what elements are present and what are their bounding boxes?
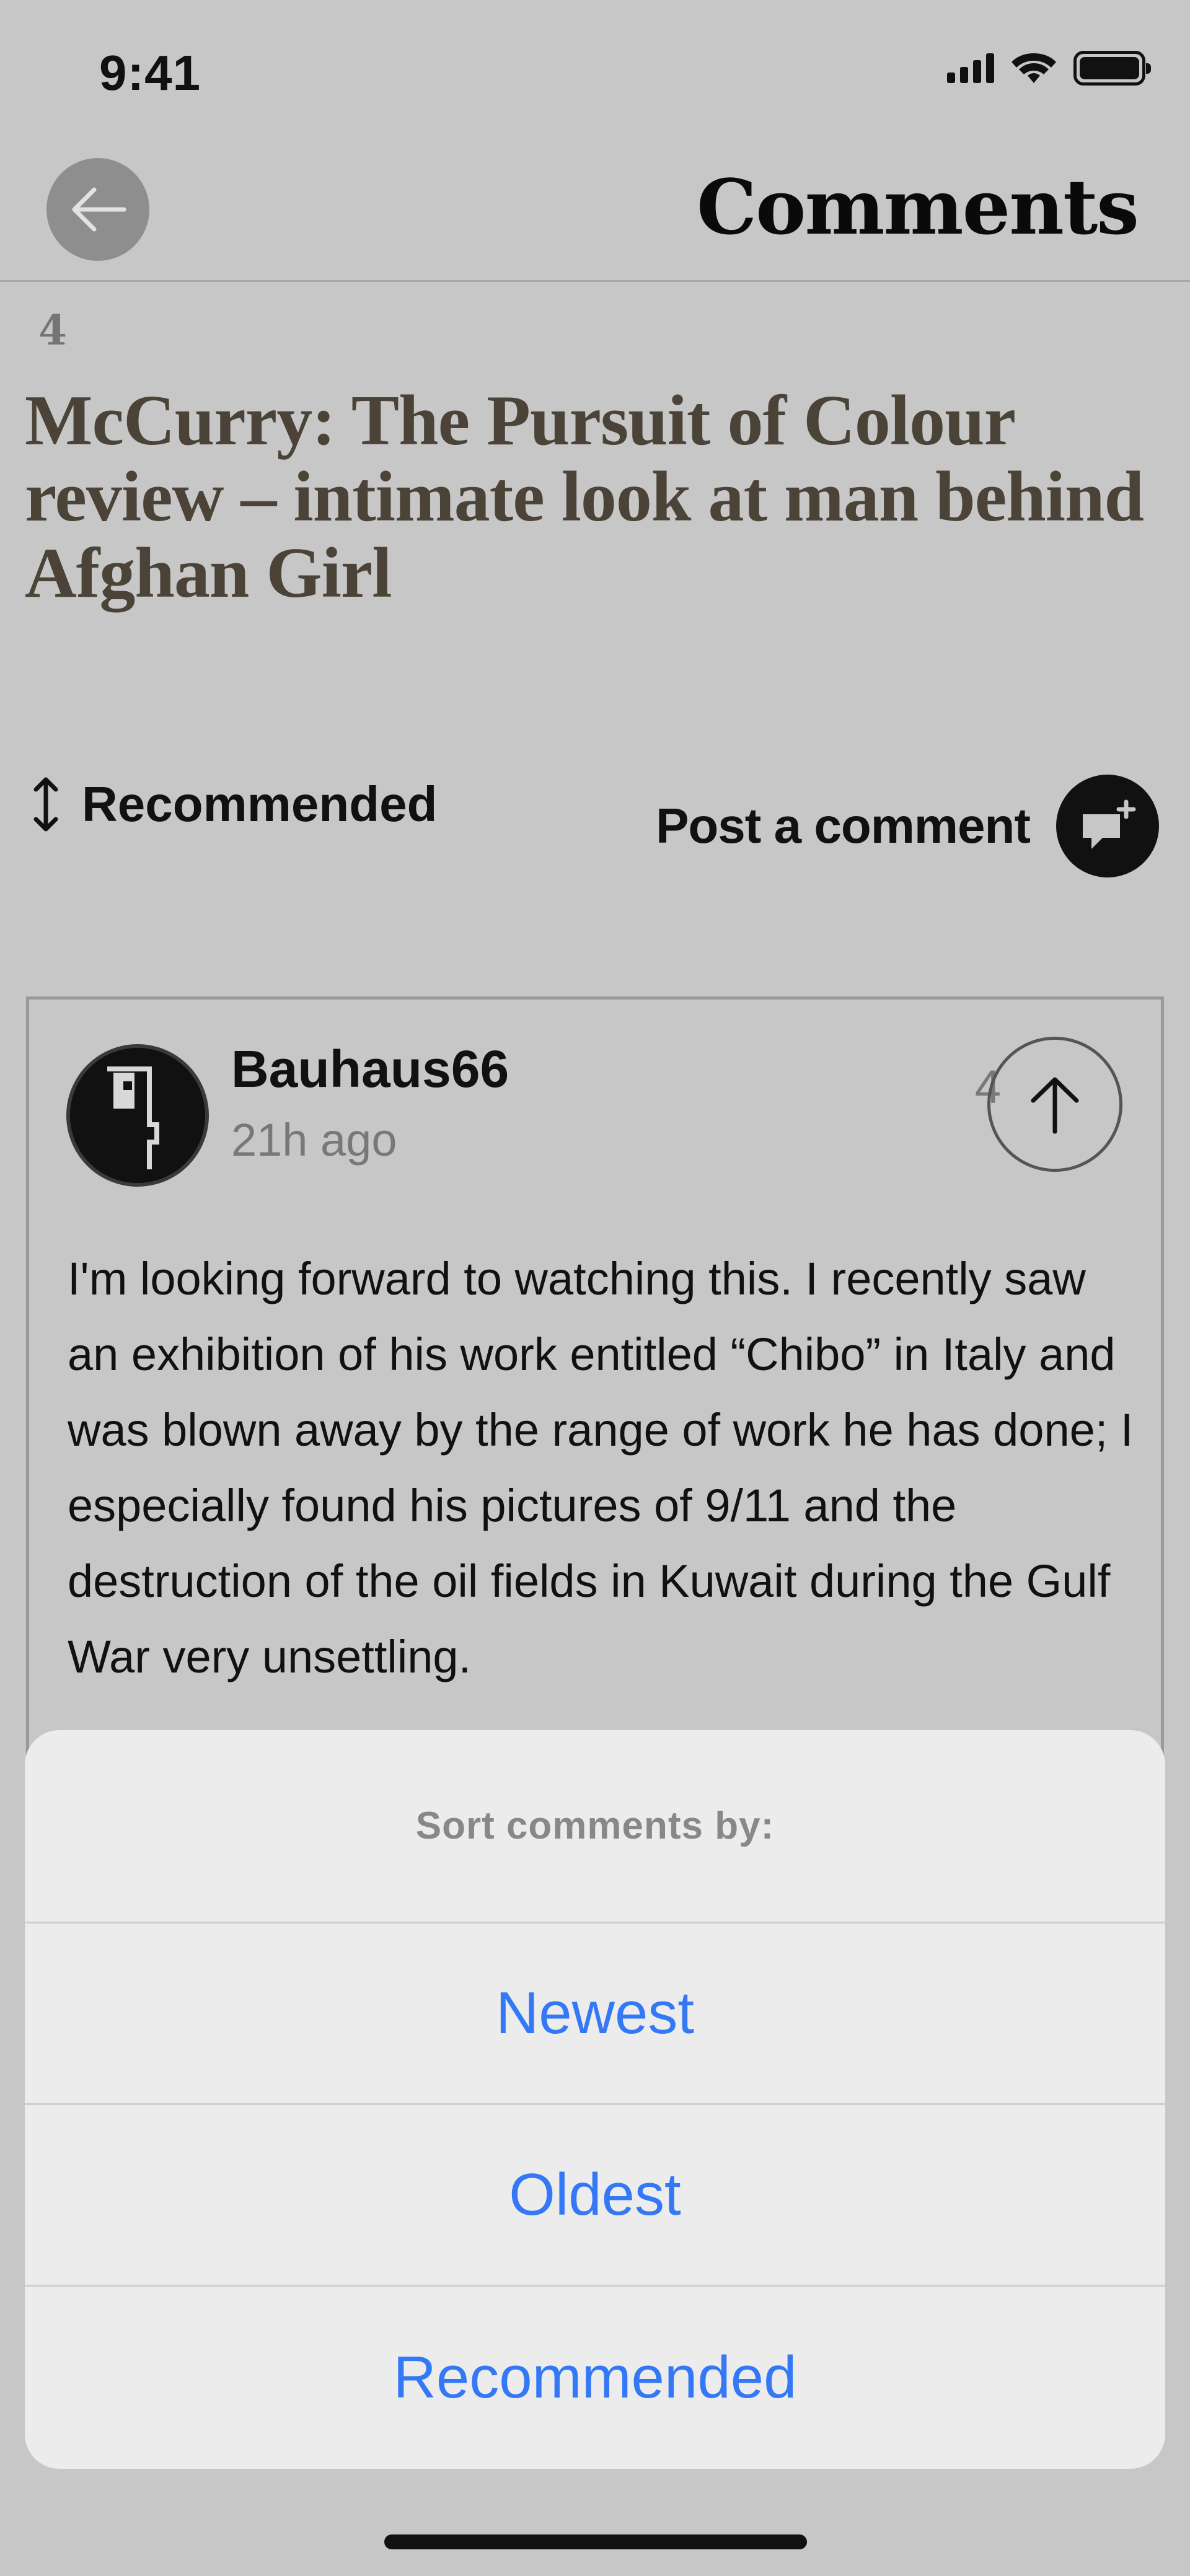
sort-option-recommended[interactable]: Recommended bbox=[25, 2287, 1165, 2468]
chat-plus-icon bbox=[1083, 799, 1136, 849]
post-comment-icon-button[interactable] bbox=[1056, 775, 1159, 877]
sheet-header: Sort comments by: bbox=[25, 1730, 1165, 1923]
comments-screen: 9:41 Comments 4 McCurry: The Pursuit of … bbox=[0, 0, 1190, 2576]
article-title: McCurry: The Pursuit of Colour review – … bbox=[25, 381, 1144, 613]
nav-divider bbox=[0, 280, 1190, 282]
comment-timestamp: 21h ago bbox=[231, 1114, 397, 1166]
sort-action-sheet: Sort comments by: Newest Oldest Recommen… bbox=[25, 1730, 1165, 2469]
bauhaus-face-icon bbox=[70, 1048, 205, 1183]
comment-author[interactable]: Bauhaus66 bbox=[231, 1039, 509, 1099]
arrow-left-icon bbox=[72, 187, 126, 232]
sort-option-newest[interactable]: Newest bbox=[25, 1923, 1165, 2105]
avatar[interactable] bbox=[66, 1044, 209, 1187]
sort-option-label: Recommended bbox=[393, 2344, 797, 2411]
comment-body: I'm looking forward to watching this. I … bbox=[68, 1253, 1134, 1682]
page-title: Comments bbox=[696, 162, 1139, 252]
arrow-up-icon bbox=[1031, 1077, 1079, 1134]
status-icons bbox=[947, 51, 1151, 86]
wifi-icon bbox=[1011, 53, 1056, 83]
sort-arrows-icon bbox=[33, 777, 58, 832]
back-button[interactable] bbox=[46, 158, 149, 261]
battery-icon bbox=[1073, 51, 1151, 86]
status-time: 9:41 bbox=[99, 45, 201, 100]
upvote-button[interactable] bbox=[987, 1037, 1122, 1172]
cellular-signal-icon bbox=[947, 53, 994, 83]
sort-option-label: Oldest bbox=[509, 2161, 681, 2228]
comment-count: 4 bbox=[38, 306, 67, 354]
sort-button[interactable]: Recommended bbox=[32, 776, 437, 833]
home-indicator[interactable] bbox=[384, 2534, 807, 2549]
post-comment-label: Post a comment bbox=[656, 798, 1031, 853]
sort-option-label: Newest bbox=[495, 1980, 695, 2046]
sort-option-oldest[interactable]: Oldest bbox=[25, 2105, 1165, 2287]
sheet-title: Sort comments by: bbox=[415, 1805, 775, 1847]
post-comment-button[interactable]: Post a comment bbox=[656, 775, 1159, 877]
sort-label: Recommended bbox=[82, 776, 438, 832]
